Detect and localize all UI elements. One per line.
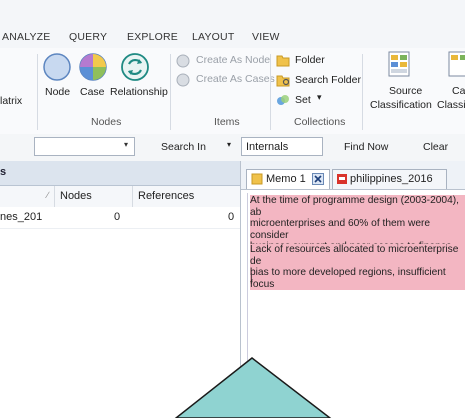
overlay-triangle — [174, 357, 332, 418]
